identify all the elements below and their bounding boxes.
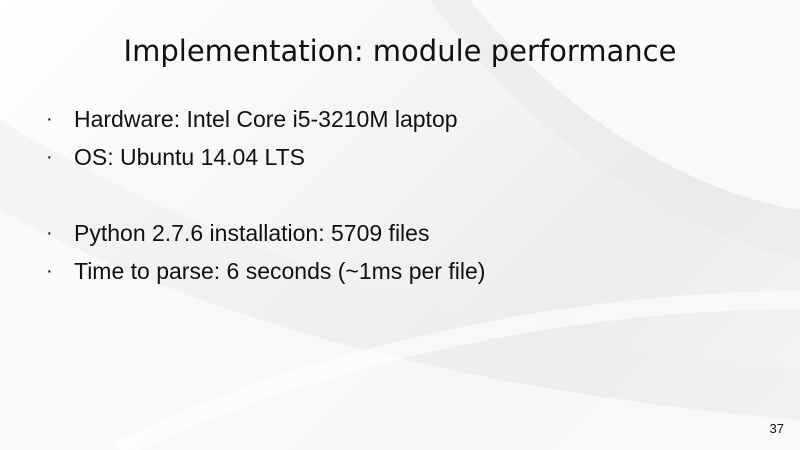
bullet-item: · Hardware: Intel Core i5-3210M laptop <box>46 100 746 138</box>
bullet-text: Hardware: Intel Core i5-3210M laptop <box>74 106 458 132</box>
bullet-text: Python 2.7.6 installation: 5709 files <box>74 220 430 246</box>
slide-title: Implementation: module performance <box>123 34 677 68</box>
bullet-item: · Time to parse: 6 seconds (~1ms per fil… <box>46 252 746 290</box>
bullet-icon: · <box>46 222 53 244</box>
bullet-list: · Hardware: Intel Core i5-3210M laptop ·… <box>46 100 746 290</box>
bullet-icon: · <box>46 108 53 130</box>
bullet-text: Time to parse: 6 seconds (~1ms per file) <box>74 258 486 284</box>
slide: Implementation: module performance · Har… <box>0 0 800 450</box>
bullet-item: · OS: Ubuntu 14.04 LTS <box>46 138 746 176</box>
bullet-item: · Python 2.7.6 installation: 5709 files <box>46 214 746 252</box>
page-number: 37 <box>769 421 784 436</box>
bullet-icon: · <box>46 260 53 282</box>
bullet-text: OS: Ubuntu 14.04 LTS <box>74 144 305 170</box>
bullet-icon: · <box>46 146 53 168</box>
